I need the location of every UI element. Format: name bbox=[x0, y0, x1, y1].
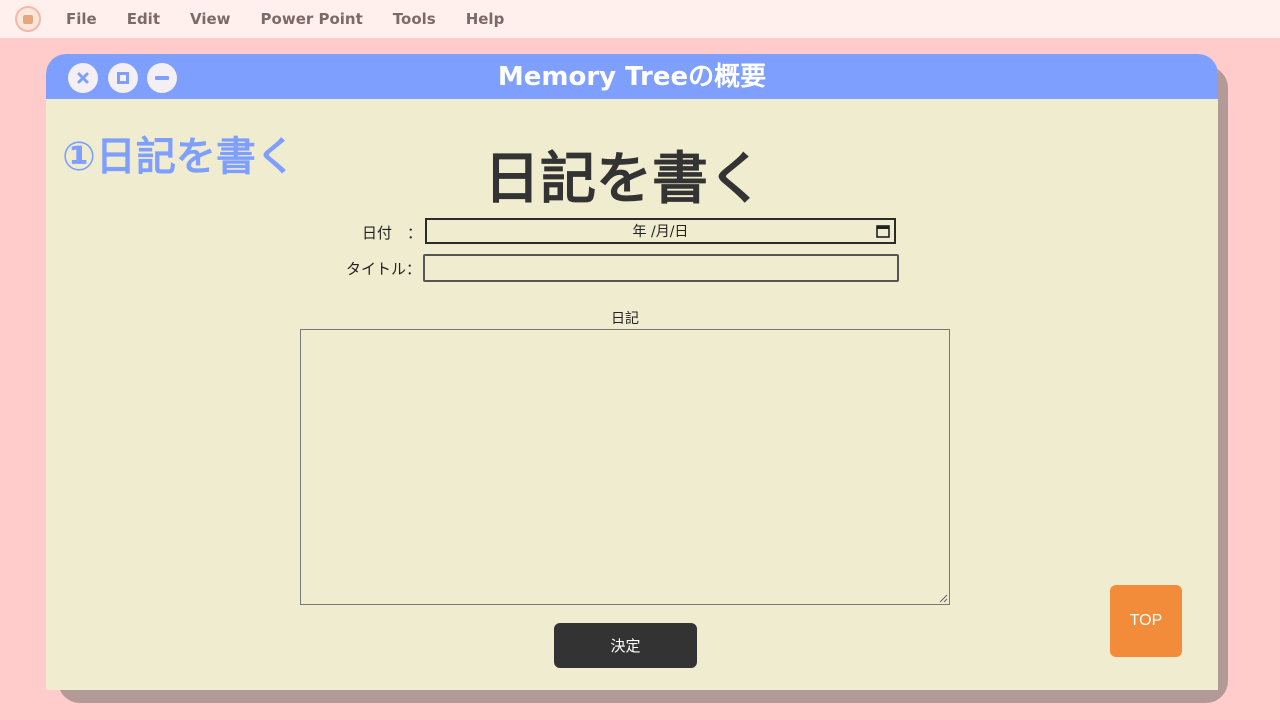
submit-button[interactable]: 決定 bbox=[554, 623, 697, 668]
title-label: タイトル： bbox=[346, 260, 422, 278]
page-title: 日記を書く bbox=[484, 147, 764, 212]
hamster-icon bbox=[23, 14, 33, 24]
date-input[interactable]: 年 /月/日 bbox=[425, 218, 896, 244]
top-button[interactable]: TOP bbox=[1110, 585, 1182, 657]
title-input[interactable] bbox=[423, 254, 899, 282]
menu-view[interactable]: View bbox=[190, 10, 231, 28]
app-logo-icon[interactable] bbox=[15, 6, 41, 32]
menu-edit[interactable]: Edit bbox=[127, 10, 160, 28]
app-window: Memory Treeの概要 ①日記を書く 日記を書く 日付 ： 年 /月/日 … bbox=[46, 54, 1218, 690]
diary-textarea[interactable] bbox=[300, 329, 950, 605]
date-label: 日付 ： bbox=[362, 224, 423, 242]
menu-power-point[interactable]: Power Point bbox=[261, 10, 363, 28]
window-title: Memory Treeの概要 bbox=[497, 62, 767, 92]
menu-bar: File Edit View Power Point Tools Help bbox=[0, 0, 1280, 38]
resize-grip-icon[interactable] bbox=[939, 594, 948, 603]
diary-label: 日記 bbox=[611, 311, 639, 327]
calendar-icon[interactable] bbox=[876, 224, 890, 238]
date-value: 年 /月/日 bbox=[632, 224, 689, 240]
window-titlebar[interactable]: Memory Treeの概要 bbox=[46, 54, 1218, 99]
menu-tools[interactable]: Tools bbox=[393, 10, 436, 28]
menu-help[interactable]: Help bbox=[466, 10, 505, 28]
menu-file[interactable]: File bbox=[66, 10, 97, 28]
